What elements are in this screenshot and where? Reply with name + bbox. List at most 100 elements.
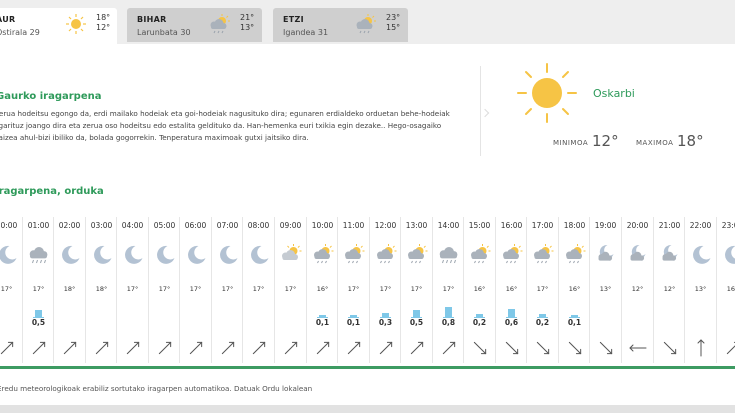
wind-arrow-icon xyxy=(0,341,14,355)
hour-time: 20:00 xyxy=(626,221,649,230)
day-tab-today[interactable]: AUR Ostirala 29 18° 12° xyxy=(0,8,117,44)
day-tab-date: Larunbata 30 xyxy=(137,28,191,37)
day-tab-date: Igandea 31 xyxy=(283,28,329,37)
hour-column: 20:00 12° xyxy=(622,217,653,363)
hour-temperature: 17° xyxy=(221,285,234,293)
wind-arrow-icon xyxy=(697,339,705,357)
hour-column: 11:00 17° 0,1 xyxy=(338,217,369,363)
moon-icon xyxy=(0,245,17,264)
hour-column: 22:00 13° xyxy=(685,217,716,363)
moon-icon xyxy=(220,245,238,264)
wind-arrow-icon xyxy=(158,341,172,355)
hour-time: 09:00 xyxy=(279,221,302,230)
day-tab-day-after[interactable]: ETZI Igandea 31 23° 15° xyxy=(273,8,408,42)
sun-cloud-rain-icon xyxy=(503,244,523,264)
wind-arrow-icon xyxy=(410,341,424,355)
sun-cloud-rain-icon xyxy=(534,244,554,264)
hour-time: 12:00 xyxy=(374,221,397,230)
hour-temperature: 17° xyxy=(0,285,13,293)
sun-cloud-rain-icon xyxy=(314,244,334,264)
rain-amount: 0,2 xyxy=(472,318,487,327)
hourly-title: Iragarpena, orduka xyxy=(0,186,104,197)
hour-temperature: 17° xyxy=(284,285,297,293)
hour-column: 21:00 12° xyxy=(654,217,685,363)
hour-column: 14:00 17° 0,8 xyxy=(433,217,464,363)
day-tab-bar: AUR Ostirala 29 18° 12° BIHAR Larunbata … xyxy=(0,0,735,44)
day-tab-min: 13° xyxy=(240,23,255,32)
moon-icon xyxy=(693,245,711,264)
wind-arrow-icon xyxy=(95,341,109,355)
min-temp-value: 12° xyxy=(592,132,619,150)
hour-temperature: 13° xyxy=(694,285,707,293)
day-tab-max: 21° xyxy=(240,13,255,22)
hour-time: 16:00 xyxy=(500,221,523,230)
hour-column: 16:00 16° 0,6 xyxy=(496,217,527,363)
wind-arrow-icon xyxy=(189,341,203,355)
hour-column: 02:00 18° xyxy=(54,217,85,363)
wind-arrow-icon xyxy=(473,341,487,355)
hour-temperature: 16° xyxy=(316,285,329,293)
max-temp-label: MAXIMOA xyxy=(636,139,674,147)
wind-arrow-icon xyxy=(32,341,46,355)
hour-temperature: 12° xyxy=(663,285,676,293)
hour-column: 10:00 16° 0,1 xyxy=(307,217,338,363)
hour-time: 21:00 xyxy=(658,221,681,230)
hour-temperature: 17° xyxy=(379,285,392,293)
hour-column: 04:00 17° xyxy=(117,217,148,363)
wind-arrow-icon xyxy=(726,341,735,355)
hour-column: 15:00 16° 0,2 xyxy=(464,217,495,363)
rain-amount: 0,8 xyxy=(441,318,456,327)
hour-temperature: 17° xyxy=(126,285,139,293)
hour-temperature: 17° xyxy=(347,285,360,293)
hour-column: 18:00 16° 0,1 xyxy=(559,217,590,363)
hour-temperature: 18° xyxy=(95,285,108,293)
hour-column: 09:00 17° xyxy=(275,217,306,363)
hour-time: 13:00 xyxy=(405,221,428,230)
hour-time: 14:00 xyxy=(437,221,460,230)
rain-amount: 0,1 xyxy=(315,318,330,327)
wind-arrow-icon xyxy=(629,344,647,352)
day-tab-max: 18° xyxy=(96,13,111,22)
hour-temperature: 12° xyxy=(631,285,644,293)
moon-icon xyxy=(125,245,143,264)
hour-column: 03:00 18° xyxy=(86,217,117,363)
hour-time: 15:00 xyxy=(468,221,491,230)
wind-arrow-icon xyxy=(126,341,140,355)
forecast-text: Zerua hodeitsu egongo da, erdi mailako h… xyxy=(0,109,450,142)
hour-temperature: 13° xyxy=(599,285,612,293)
forecast-title: Gaurko iragarpena xyxy=(0,91,102,102)
wind-arrow-icon xyxy=(379,341,393,355)
hour-temperature: 17° xyxy=(536,285,549,293)
rain-amount: 0,1 xyxy=(567,318,582,327)
rain-amount: 0,5 xyxy=(31,318,46,327)
rain-bar xyxy=(35,310,42,317)
wind-arrow-icon xyxy=(505,341,519,355)
moon-icon xyxy=(251,245,269,264)
hour-temperature: 17° xyxy=(189,285,202,293)
hour-temperature: 17° xyxy=(442,285,455,293)
day-tab-min: 12° xyxy=(96,23,111,32)
hour-temperature: 16° xyxy=(726,285,735,293)
hour-column: 19:00 13° xyxy=(590,217,621,363)
sun-cloud-rain-icon xyxy=(345,244,365,264)
hour-time: 08:00 xyxy=(247,221,270,230)
wind-arrow-icon xyxy=(252,341,266,355)
hour-time: 18:00 xyxy=(563,221,586,230)
hour-column: 00:00 17° xyxy=(0,217,22,363)
day-tab-name: ETZI xyxy=(283,15,304,24)
moon-icon xyxy=(157,245,175,264)
sun-cloud-rain-icon xyxy=(408,244,428,264)
day-tab-min: 15° xyxy=(386,23,401,32)
hour-time: 04:00 xyxy=(121,221,144,230)
hour-temperature: 17° xyxy=(252,285,265,293)
hour-column: 01:00 17° 0,5 xyxy=(23,217,54,363)
hour-time: 01:00 xyxy=(27,221,50,230)
sun-cloud-rain-icon xyxy=(471,244,491,264)
wind-arrow-icon xyxy=(536,341,550,355)
day-tab-tomorrow[interactable]: BIHAR Larunbata 30 21° 13° xyxy=(127,8,262,42)
hour-time: 22:00 xyxy=(689,221,712,230)
rain-amount: 0,6 xyxy=(504,318,519,327)
chevron-right-icon xyxy=(480,108,490,118)
rain-amount: 0,3 xyxy=(378,318,393,327)
footnote: Eredu meteorologikoak erabiliz sortutako… xyxy=(0,384,313,393)
